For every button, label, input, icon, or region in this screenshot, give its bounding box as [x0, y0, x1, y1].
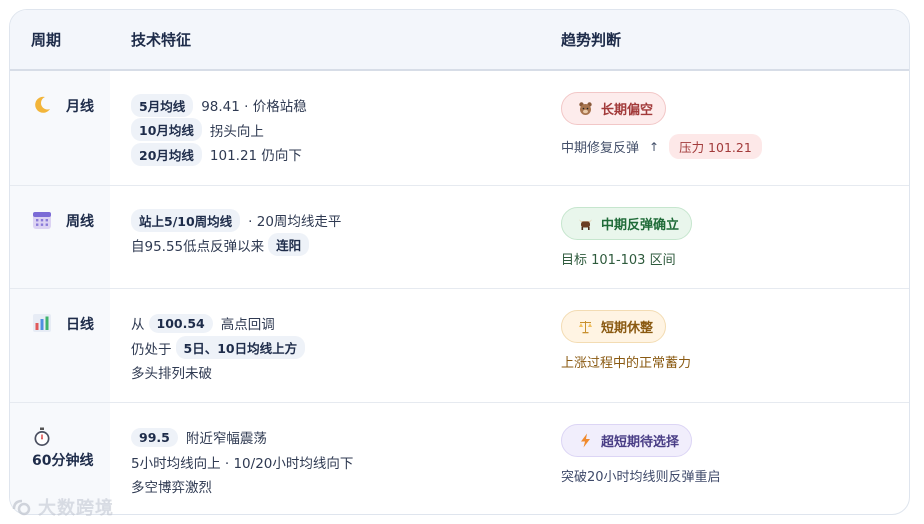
ma-pill: 连阳: [268, 233, 310, 257]
tech-text: 仍处于: [131, 341, 172, 358]
tech-text: 拐头向上: [209, 123, 264, 140]
tech-text: 附近窄幅震荡: [185, 431, 267, 448]
watermark-text: 大数跨境: [38, 498, 114, 519]
ma-pill: 5月均线: [131, 93, 194, 117]
trend-badge: 短期休整: [561, 310, 667, 343]
bar-chart-icon: [32, 313, 52, 333]
ma-pill: 5日、10日均线上方: [175, 336, 306, 360]
trend-badge: 超短期待选择: [561, 424, 693, 457]
trend-note: 目标 101-103 区间: [561, 249, 692, 268]
note-text: 上涨过程中的正常蓄力: [561, 356, 692, 371]
period-cell: 周线: [10, 186, 110, 288]
tech-text: 98.41 · 价格站稳: [201, 99, 307, 116]
tech-cell: 站上5/10周均线 · 20周均线走平 自95.55低点反弹以来 连阳: [110, 186, 540, 288]
ma-pill: 20月均线: [131, 142, 202, 166]
period-label: 60分钟线: [32, 453, 94, 469]
tech-text: 101.21 仍向下: [209, 148, 302, 165]
trend-cell: 长期偏空 中期修复反弹 ↑ 压力 101.21: [540, 71, 762, 185]
table-row-monthly: 月线 5月均线 98.41 · 价格站稳 10月均线 拐头向上 20月均线 101.2…: [10, 71, 909, 186]
tech-text: 高点回调: [220, 317, 275, 334]
tech-text: · 20周均线走平: [248, 214, 342, 231]
period-label: 周线: [66, 214, 94, 230]
header-period: 周期: [31, 31, 62, 49]
tech-cell: 从 100.54 高点回调 仍处于 5日、10日均线上方 多头排列未破: [110, 289, 540, 402]
price-pill: 100.54: [148, 313, 213, 333]
tech-cell: 5月均线 98.41 · 价格站稳 10月均线 拐头向上 20月均线 101.21 仍…: [110, 71, 540, 185]
badge-label: 短期休整: [601, 321, 654, 336]
tech-text: 从: [131, 317, 145, 334]
trend-table: 周期 技术特征 趋势判断 月线 5月均线 98.41 · 价格站稳 10月均线 拐头…: [9, 9, 910, 515]
badge-label: 长期偏空: [601, 103, 654, 118]
watermark: 大数跨境: [10, 494, 114, 520]
note-text: 突破20小时均线则反弹重启: [561, 470, 721, 485]
period-cell: 日线: [10, 289, 110, 402]
trend-badge: 中期反弹确立: [561, 207, 693, 240]
tech-text: 多空博弈激烈: [131, 480, 212, 497]
period-label: 月线: [66, 99, 94, 115]
stopwatch-icon: [32, 427, 52, 447]
note-text: 中期修复反弹: [561, 141, 640, 156]
table-header: 周期 技术特征 趋势判断: [10, 10, 909, 71]
table-row-daily: 日线 从 100.54 高点回调 仍处于 5日、10日均线上方 多头排列未破 短期休整…: [10, 289, 909, 403]
header-trend: 趋势判断: [561, 31, 622, 49]
trend-note: 中期修复反弹 ↑ 压力 101.21: [561, 134, 762, 159]
ma-pill: 站上5/10周均线: [131, 208, 241, 232]
bear-icon: [578, 101, 593, 116]
trend-cell: 中期反弹确立 目标 101-103 区间: [540, 186, 693, 288]
trend-badge: 长期偏空: [561, 92, 667, 125]
badge-label: 超短期待选择: [601, 435, 680, 450]
table-row-60min: 60分钟线 99.5 附近窄幅震荡 5小时均线向上 · 10/20小时均线向下 多…: [10, 403, 909, 514]
price-pill: 99.5: [131, 427, 178, 447]
trend-cell: 超短期待选择 突破20小时均线则反弹重启: [540, 403, 721, 514]
trend-note: 突破20小时均线则反弹重启: [561, 466, 721, 485]
calendar-icon: [32, 210, 52, 230]
trend-note: 上涨过程中的正常蓄力: [561, 352, 691, 371]
moon-icon: [32, 95, 52, 115]
table-row-weekly: 周线 站上5/10周均线 · 20周均线走平 自95.55低点反弹以来 连阳 中期反…: [10, 186, 909, 289]
watermark-logo-icon: [12, 499, 31, 516]
ma-pill: 10月均线: [131, 118, 202, 142]
tech-text: 多头排列未破: [131, 366, 212, 383]
balance-icon: [578, 319, 593, 334]
lightning-icon: [578, 433, 593, 448]
up-arrow-icon: ↑: [649, 139, 660, 154]
tech-cell: 99.5 附近窄幅震荡 5小时均线向上 · 10/20小时均线向下 多空博弈激烈: [110, 403, 540, 514]
note-text: 目标 101-103 区间: [561, 253, 676, 268]
badge-label: 中期反弹确立: [601, 218, 680, 233]
period-cell: 月线: [10, 71, 110, 185]
tech-text: 自95.55低点反弹以来: [131, 238, 265, 255]
tech-text: 5小时均线向上 · 10/20小时均线向下: [131, 455, 354, 472]
pressure-pill: 压力 101.21: [669, 134, 762, 159]
header-tech: 技术特征: [131, 31, 192, 49]
period-label: 日线: [66, 317, 94, 333]
trend-cell: 短期休整 上涨过程中的正常蓄力: [540, 289, 691, 402]
bull-icon: [578, 216, 593, 231]
